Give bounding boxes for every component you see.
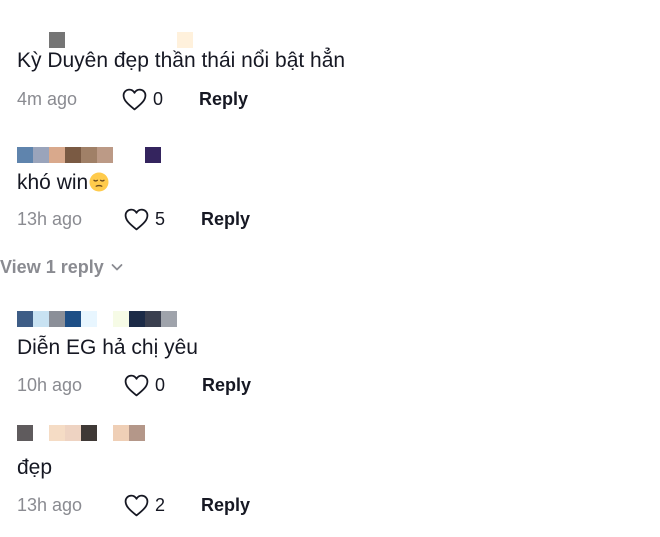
username-pixel: [17, 32, 33, 48]
username-pixel: [113, 147, 129, 163]
username-pixel: [81, 311, 97, 327]
username-pixel: [33, 311, 49, 327]
like-button[interactable]: 0: [122, 86, 163, 112]
username-pixelated[interactable]: [17, 311, 177, 327]
reply-button[interactable]: Reply: [202, 372, 251, 398]
username-pixel: [161, 311, 177, 327]
username-pixel: [33, 425, 49, 441]
comment-time: 10h ago: [17, 375, 83, 395]
heart-icon: [124, 374, 149, 396]
username-pixelated[interactable]: [17, 32, 193, 48]
username-pixel: [81, 32, 97, 48]
comment-text: Diễn EG hả chị yêu: [17, 336, 198, 359]
like-count: 0: [153, 89, 164, 109]
reply-button[interactable]: Reply: [199, 86, 248, 112]
comment-meta: 13h ago 5 Reply: [17, 206, 417, 232]
like-button[interactable]: 0: [124, 372, 165, 398]
like-count: 2: [155, 495, 166, 515]
username-pixel: [49, 311, 65, 327]
username-pixel: [145, 311, 161, 327]
comment-time: 13h ago: [17, 209, 83, 229]
username-pixel: [17, 147, 33, 163]
heart-icon: [122, 88, 147, 110]
username-pixel: [49, 147, 65, 163]
comment-meta: 13h ago 2 Reply: [17, 492, 417, 518]
username-pixelated[interactable]: [17, 147, 161, 163]
username-pixel: [65, 32, 81, 48]
username-pixel: [81, 425, 97, 441]
username-pixel: [81, 147, 97, 163]
username-pixelated[interactable]: [17, 425, 145, 441]
username-pixel: [113, 425, 129, 441]
username-pixel: [177, 32, 193, 48]
comment-meta: 10h ago 0 Reply: [17, 372, 417, 398]
username-pixel: [65, 147, 81, 163]
username-pixel: [113, 32, 129, 48]
pensive-face-icon: [89, 172, 109, 192]
comment-meta: 4m ago 0 Reply: [17, 86, 417, 112]
chevron-down-icon: [111, 264, 123, 271]
username-pixel: [97, 311, 113, 327]
heart-icon: [124, 208, 149, 230]
like-count: 0: [155, 375, 166, 395]
username-pixel: [129, 425, 145, 441]
username-pixel: [97, 147, 113, 163]
username-pixel: [113, 311, 129, 327]
heart-icon: [124, 494, 149, 516]
view-replies-label: View 1 reply: [0, 256, 104, 277]
comment-text-content: khó win: [17, 171, 89, 194]
username-pixel: [129, 32, 145, 48]
username-pixel: [97, 425, 113, 441]
comment-text: khó win: [17, 170, 109, 196]
username-pixel: [129, 311, 145, 327]
like-button[interactable]: 5: [124, 206, 165, 232]
username-pixel: [49, 425, 65, 441]
comment-text: đẹp: [17, 456, 53, 479]
username-pixel: [49, 32, 65, 48]
username-pixel: [129, 147, 145, 163]
username-pixel: [33, 32, 49, 48]
reply-button[interactable]: Reply: [201, 206, 250, 232]
username-pixel: [33, 147, 49, 163]
username-pixel: [17, 425, 33, 441]
username-pixel: [161, 32, 177, 48]
username-pixel: [97, 32, 113, 48]
username-pixel: [17, 311, 33, 327]
view-replies-button[interactable]: View 1 reply: [0, 254, 124, 280]
like-count: 5: [155, 209, 166, 229]
like-button[interactable]: 2: [124, 492, 165, 518]
comment-text: Kỳ Duyên đẹp thần thái nổi bật hẳn: [17, 49, 346, 72]
comment-time: 4m ago: [17, 89, 78, 109]
reply-button[interactable]: Reply: [201, 492, 250, 518]
username-pixel: [65, 425, 81, 441]
username-pixel: [145, 147, 161, 163]
username-pixel: [145, 32, 161, 48]
comment-time: 13h ago: [17, 495, 83, 515]
username-pixel: [65, 311, 81, 327]
